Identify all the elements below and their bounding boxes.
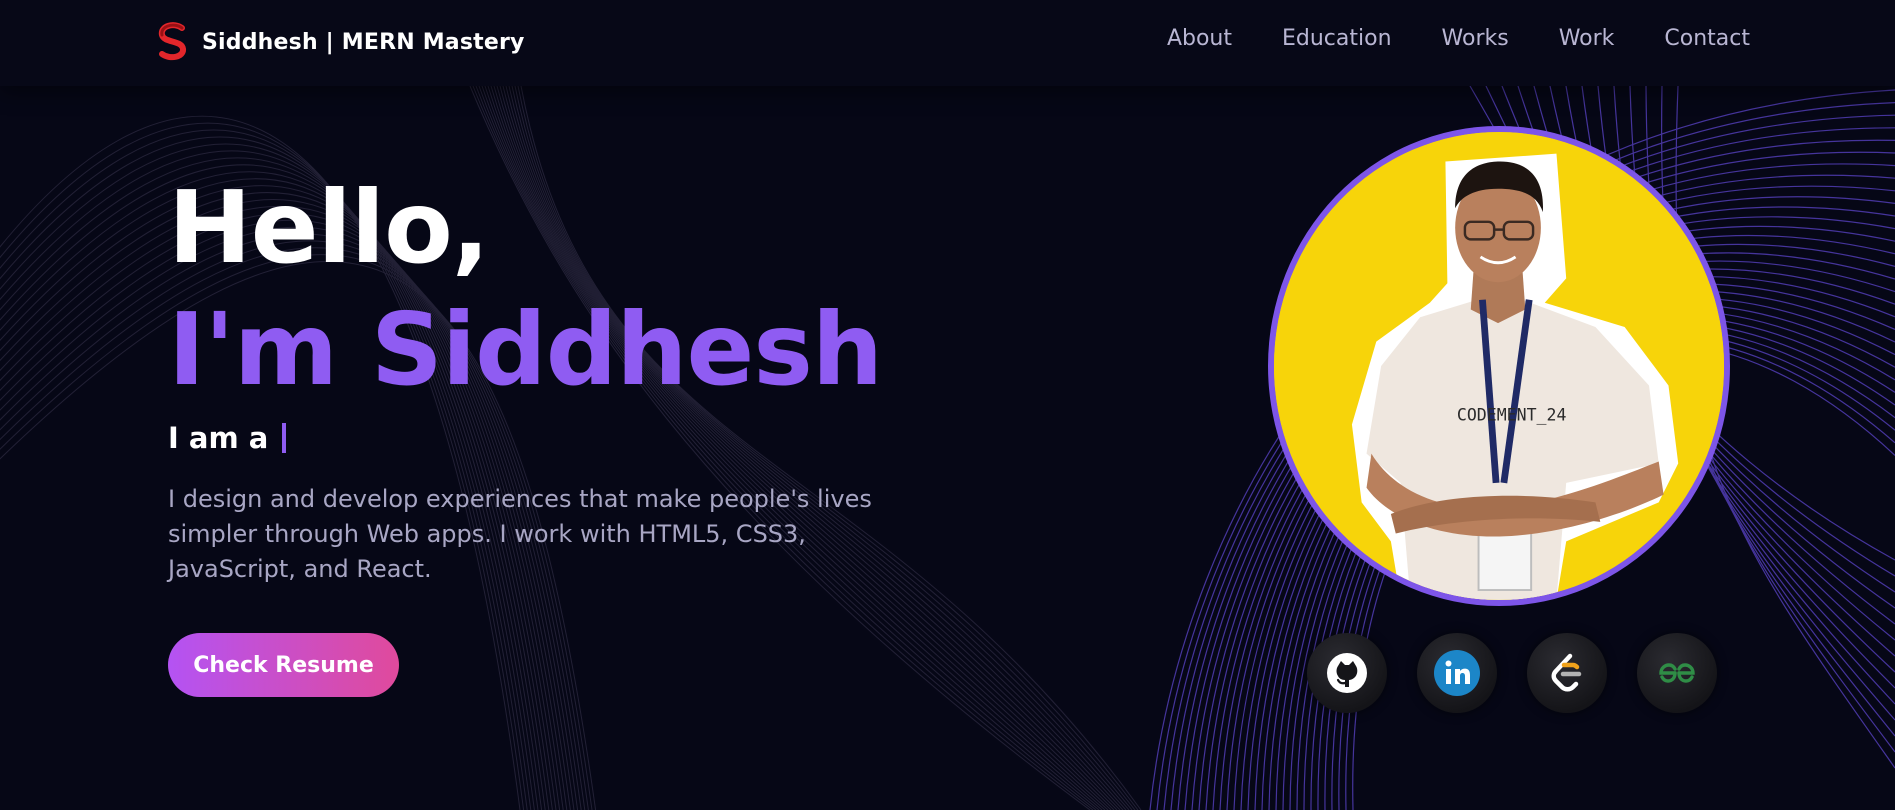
check-resume-button[interactable]: Check Resume <box>168 633 399 697</box>
geeksforgeeks-link[interactable] <box>1637 633 1717 713</box>
brand-logo-icon <box>158 22 186 61</box>
leetcode-link[interactable] <box>1527 633 1607 713</box>
profile-illustration: CODEMENT_24 <box>1274 132 1724 600</box>
profile-photo: CODEMENT_24 <box>1268 126 1730 606</box>
brand-name: Siddhesh | MERN Mastery <box>202 29 525 55</box>
typing-cursor <box>282 423 287 453</box>
leetcode-icon <box>1551 653 1582 692</box>
github-icon <box>1327 653 1367 693</box>
linkedin-icon <box>1434 650 1480 696</box>
nav-link-contact[interactable]: Contact <box>1664 26 1750 51</box>
geeksforgeeks-icon <box>1659 663 1695 683</box>
navbar: Siddhesh | MERN Mastery About Education … <box>0 0 1895 86</box>
brand[interactable]: Siddhesh | MERN Mastery <box>154 22 525 62</box>
hero-greeting: Hello, <box>168 169 490 286</box>
nav-link-education[interactable]: Education <box>1282 26 1392 51</box>
role-prefix: I am a <box>168 421 269 455</box>
nav-links: About Education Works Work Contact <box>1117 26 1750 51</box>
hero-description: I design and develop experiences that ma… <box>168 485 872 583</box>
social-links <box>1307 633 1717 713</box>
nav-link-work[interactable]: Work <box>1559 26 1615 51</box>
portfolio-page: Siddhesh | MERN Mastery About Education … <box>0 0 1895 810</box>
hero-name: I'm Siddhesh <box>168 291 883 408</box>
shirt-print: CODEMENT_24 <box>1457 406 1567 425</box>
nav-link-works[interactable]: Works <box>1442 26 1509 51</box>
nav-link-about[interactable]: About <box>1167 26 1232 51</box>
hero-section: Hello, I'm Siddhesh I am a I design and … <box>168 178 928 697</box>
linkedin-link[interactable] <box>1417 633 1497 713</box>
typewriter-line: I am a <box>168 420 928 456</box>
github-link[interactable] <box>1307 633 1387 713</box>
